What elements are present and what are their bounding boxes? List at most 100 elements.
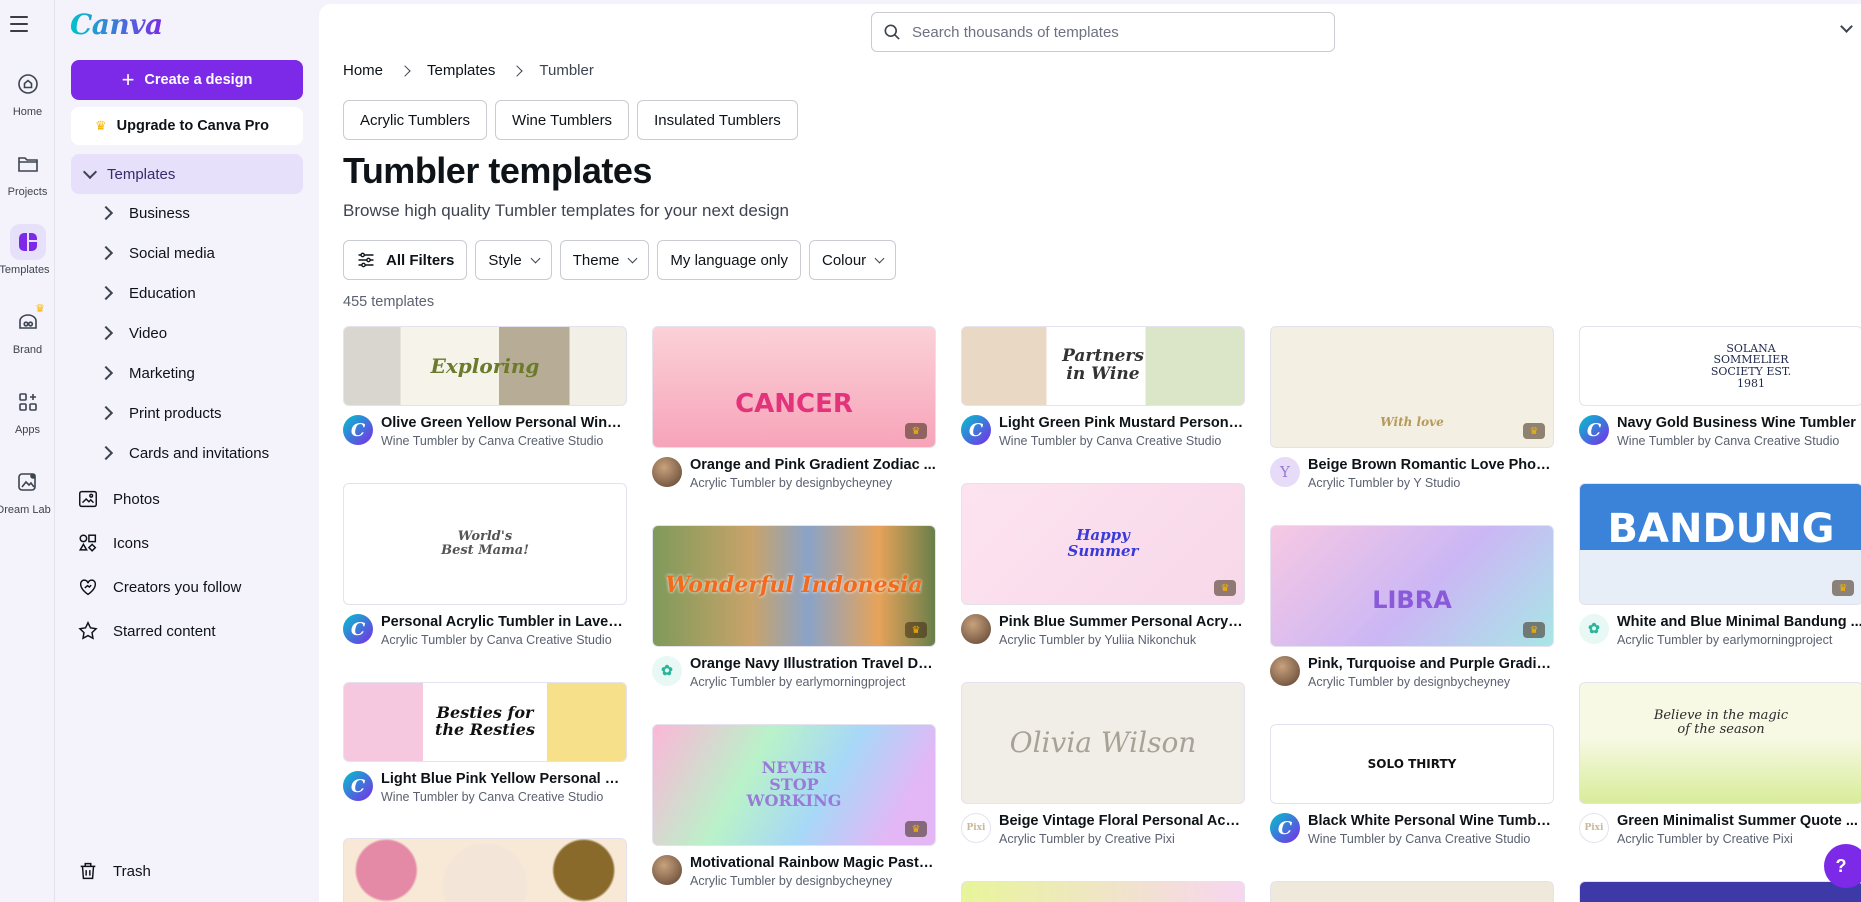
rail-projects[interactable]: Projects [0,146,55,198]
card-title[interactable]: Navy Gold Business Wine Tumbler [1617,415,1861,431]
create-design-button[interactable]: + Create a design [71,60,303,100]
card-title[interactable]: Beige Brown Romantic Love Photo... [1308,457,1554,473]
template-thumbnail[interactable] [961,881,1245,902]
template-thumbnail[interactable]: Partners in Wine [961,326,1245,406]
template-card[interactable]: World's Best Mama! C Personal Acrylic Tu… [343,483,627,647]
breadcrumb-templates[interactable]: Templates [427,62,495,79]
card-title[interactable]: Beige Vintage Floral Personal Acry... [999,813,1245,829]
card-title[interactable]: Personal Acrylic Tumbler in Laven... [381,614,627,630]
template-card[interactable]: Wonderful Indonesia ♛ ✿ Orange Navy Illu… [652,525,936,689]
help-button[interactable]: ? [1824,844,1861,888]
canva-logo[interactable]: Canva [70,8,163,41]
chip-acrylic-tumblers[interactable]: Acrylic Tumblers [343,100,488,140]
link-photos[interactable]: Photos [71,477,303,521]
menu-icon[interactable] [10,12,34,36]
card-title[interactable]: Olive Green Yellow Personal Wine ... [381,415,627,431]
link-starred[interactable]: Starred content [71,609,303,653]
creator-avatar[interactable]: Pixi [961,813,991,843]
link-creators[interactable]: Creators you follow [71,565,303,609]
template-thumbnail[interactable] [343,838,627,902]
filter-my-language[interactable]: My language only [657,240,801,280]
rail-apps[interactable]: Apps [0,384,55,436]
creator-avatar[interactable]: Pixi [1579,813,1609,843]
template-thumbnail[interactable]: Exploring [343,326,627,406]
creator-avatar[interactable]: C [1270,813,1300,843]
card-title[interactable]: Orange Navy Illustration Travel De... [690,656,936,672]
template-card[interactable] [343,838,627,902]
rail-templates[interactable]: Templates [0,224,55,276]
rail-brand[interactable]: ♛ Brand [0,303,55,356]
filter-colour[interactable]: Colour [808,240,897,280]
template-card[interactable]: SOLANA SOMMELIER SOCIETY EST. 1981 C Nav… [1579,326,1861,448]
creator-avatar[interactable]: C [961,415,991,445]
template-card[interactable]: CANCER ♛ Orange and Pink Gradient Zodiac… [652,326,936,490]
template-card[interactable]: BANDUNG ♛ ✿ White and Blue Minimal Bandu… [1579,483,1861,647]
card-title[interactable]: Light Blue Pink Yellow Personal Wi... [381,771,627,787]
upgrade-pro-button[interactable]: ♛ Upgrade to Canva Pro [71,107,303,145]
creator-avatar[interactable]: ✿ [1579,614,1609,644]
creator-avatar[interactable] [652,855,682,885]
template-thumbnail[interactable] [1579,881,1861,902]
template-card[interactable] [1270,881,1554,902]
template-thumbnail[interactable]: BANDUNG ♛ [1579,483,1861,605]
chevron-down-icon[interactable] [1840,20,1853,33]
nav-templates[interactable]: Templates [71,154,303,194]
template-thumbnail[interactable]: NEVER STOP WORKING ♛ [652,724,936,846]
template-card[interactable]: Exploring C Olive Green Yellow Personal … [343,326,627,448]
creator-avatar[interactable]: Y [1270,457,1300,487]
creator-avatar[interactable] [652,457,682,487]
template-card[interactable]: Besties for the Resties C Light Blue Pin… [343,682,627,804]
template-thumbnail[interactable]: Happy Summer ♛ [961,483,1245,605]
rail-home[interactable]: Home [0,66,55,118]
category-print-products[interactable]: Print products [71,393,303,433]
template-thumbnail[interactable]: Olivia Wilson [961,682,1245,804]
category-business[interactable]: Business [71,193,303,233]
template-card[interactable]: Olivia Wilson Pixi Beige Vintage Floral … [961,682,1245,846]
template-thumbnail[interactable]: SOLO THIRTY [1270,724,1554,804]
template-card[interactable]: Believe in the magic of the season Pixi … [1579,682,1861,846]
creator-avatar[interactable]: ✿ [652,656,682,686]
template-thumbnail[interactable]: SOLANA SOMMELIER SOCIETY EST. 1981 [1579,326,1861,406]
template-card[interactable]: Partners in Wine C Light Green Pink Must… [961,326,1245,448]
search-box[interactable] [871,12,1335,52]
category-education[interactable]: Education [71,273,303,313]
template-card[interactable] [961,881,1245,902]
chip-insulated-tumblers[interactable]: Insulated Tumblers [637,100,798,140]
template-thumbnail[interactable]: World's Best Mama! [343,483,627,605]
card-title[interactable]: White and Blue Minimal Bandung ... [1617,614,1861,630]
template-thumbnail[interactable]: CANCER ♛ [652,326,936,448]
card-title[interactable]: Orange and Pink Gradient Zodiac ... [690,457,936,473]
filter-theme[interactable]: Theme [559,240,650,280]
template-card[interactable]: LIBRA ♛ Pink, Turquoise and Purple Gradi… [1270,525,1554,689]
template-thumbnail[interactable]: Besties for the Resties [343,682,627,762]
card-title[interactable]: Pink, Turquoise and Purple Gradie... [1308,656,1554,672]
card-title[interactable]: Light Green Pink Mustard Persona... [999,415,1245,431]
template-thumbnail[interactable]: Believe in the magic of the season [1579,682,1861,804]
creator-avatar[interactable]: C [1579,415,1609,445]
creator-avatar[interactable] [1270,656,1300,686]
template-thumbnail[interactable] [1270,881,1554,902]
rail-dream-lab[interactable]: Dream Lab [0,464,55,516]
category-marketing[interactable]: Marketing [71,353,303,393]
card-title[interactable]: Pink Blue Summer Personal Acryli... [999,614,1245,630]
template-card[interactable] [1579,881,1861,902]
template-card[interactable]: Happy Summer ♛ Pink Blue Summer Personal… [961,483,1245,647]
category-social-media[interactable]: Social media [71,233,303,273]
template-card[interactable]: With love ♛ Y Beige Brown Romantic Love … [1270,326,1554,490]
template-card[interactable]: NEVER STOP WORKING ♛ Motivational Rainbo… [652,724,936,888]
template-thumbnail[interactable]: Wonderful Indonesia ♛ [652,525,936,647]
card-title[interactable]: Motivational Rainbow Magic Paste... [690,855,936,871]
template-thumbnail[interactable]: LIBRA ♛ [1270,525,1554,647]
search-input[interactable] [912,23,1312,41]
template-thumbnail[interactable]: With love ♛ [1270,326,1554,448]
trash-button[interactable]: Trash [77,860,151,882]
filter-style[interactable]: Style [475,240,552,280]
link-icons[interactable]: Icons [71,521,303,565]
category-video[interactable]: Video [71,313,303,353]
creator-avatar[interactable]: C [343,415,373,445]
card-title[interactable]: Black White Personal Wine Tumbler [1308,813,1554,829]
breadcrumb-home[interactable]: Home [343,62,383,79]
template-card[interactable]: SOLO THIRTY C Black White Personal Wine … [1270,724,1554,846]
creator-avatar[interactable]: C [343,614,373,644]
creator-avatar[interactable]: C [343,771,373,801]
